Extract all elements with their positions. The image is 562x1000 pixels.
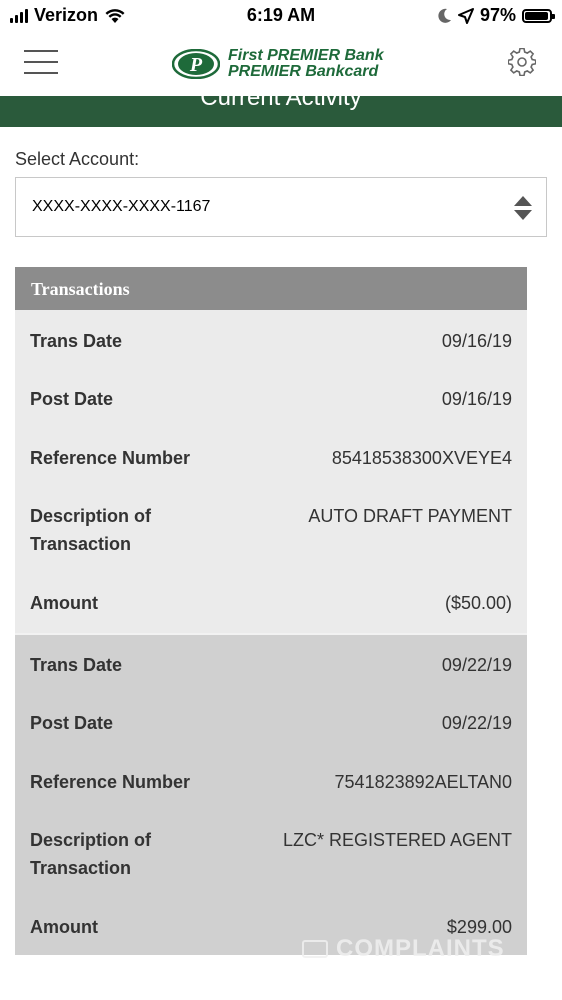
description-value: LZC* REGISTERED AGENT [282, 830, 512, 850]
reference-label: Reference Number [30, 448, 191, 468]
app-header: P First PREMIER Bank PREMIER Bankcard [0, 32, 562, 96]
description-label: Description of Transaction [30, 506, 152, 554]
amount-value: ($50.00) [444, 593, 512, 613]
watermark-text: COMPLAINTS [336, 935, 505, 962]
location-arrow-icon [457, 7, 474, 24]
menu-icon-bar [24, 72, 58, 74]
bank-logo: P First PREMIER Bank PREMIER Bankcard [172, 46, 384, 82]
select-account-label: Select Account: [15, 149, 140, 169]
amount-label: Amount [30, 593, 98, 613]
trans-date-value: 09/22/19 [441, 655, 512, 675]
post-date-value: 09/16/19 [441, 389, 512, 409]
transactions-header: Transactions [15, 267, 527, 310]
moon-icon [438, 8, 451, 23]
description-label: Description of Transaction [30, 830, 152, 878]
reference-value: 7541823892AELTAN0 [334, 772, 512, 792]
complaints-watermark: COMPLAINTS [302, 935, 505, 963]
post-date-label: Post Date [30, 389, 114, 409]
trans-date-label: Trans Date [30, 655, 123, 675]
trans-date-value: 09/16/19 [441, 331, 512, 351]
menu-icon [24, 50, 58, 52]
post-date-value: 09/22/19 [441, 713, 512, 733]
description-value: AUTO DRAFT PAYMENT [308, 506, 512, 526]
battery-fill [525, 11, 549, 20]
status-right: 97% [438, 5, 555, 26]
logo-line2: PREMIER Bankcard [228, 63, 379, 80]
logo-line1: First PREMIER Bank [228, 47, 384, 64]
battery-percent: 97% [479, 5, 516, 25]
gear-icon[interactable] [508, 48, 536, 76]
menu-button[interactable] [24, 50, 58, 74]
reference-value: 85418538300XVEYE4 [331, 448, 512, 468]
reference-label: Reference Number [30, 772, 191, 792]
menu-icon-bar [24, 61, 58, 63]
transactions-title: Transactions [31, 279, 130, 299]
transaction-card: Trans Date 09/22/19 Post Date 09/22/19 R… [15, 633, 527, 955]
amount-label: Amount [30, 917, 98, 937]
watermark-icon [302, 940, 328, 958]
updown-arrows-icon [514, 196, 532, 220]
account-select-value: XXXX-XXXX-XXXX-1167 [32, 198, 211, 215]
svg-text:P: P [189, 54, 203, 76]
transaction-card: Trans Date 09/16/19 Post Date 09/16/19 R… [15, 310, 527, 633]
post-date-label: Post Date [30, 713, 114, 733]
battery-icon [522, 8, 555, 23]
status-bar: Verizon 6:19 AM 97% [0, 0, 562, 32]
logo-icon: P [172, 49, 220, 79]
trans-date-label: Trans Date [30, 331, 123, 351]
page-title: Current Activity [200, 96, 362, 111]
account-select[interactable]: XXXX-XXXX-XXXX-1167 [15, 177, 547, 237]
page-title-bar: Current Activity [0, 96, 562, 127]
